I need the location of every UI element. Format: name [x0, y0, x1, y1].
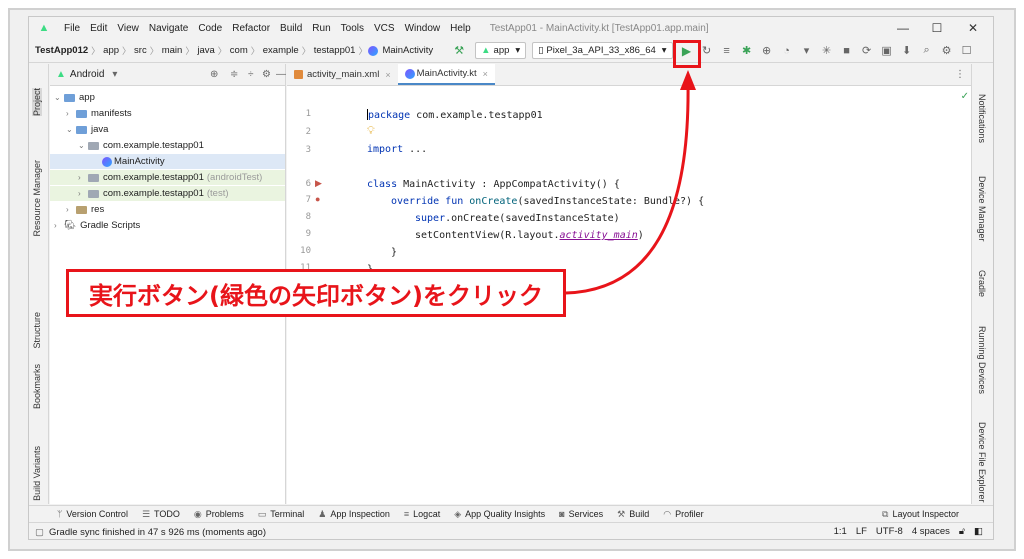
annotation-callout: 実行ボタン(緑色の矢印ボタン)をクリック — [66, 269, 566, 317]
